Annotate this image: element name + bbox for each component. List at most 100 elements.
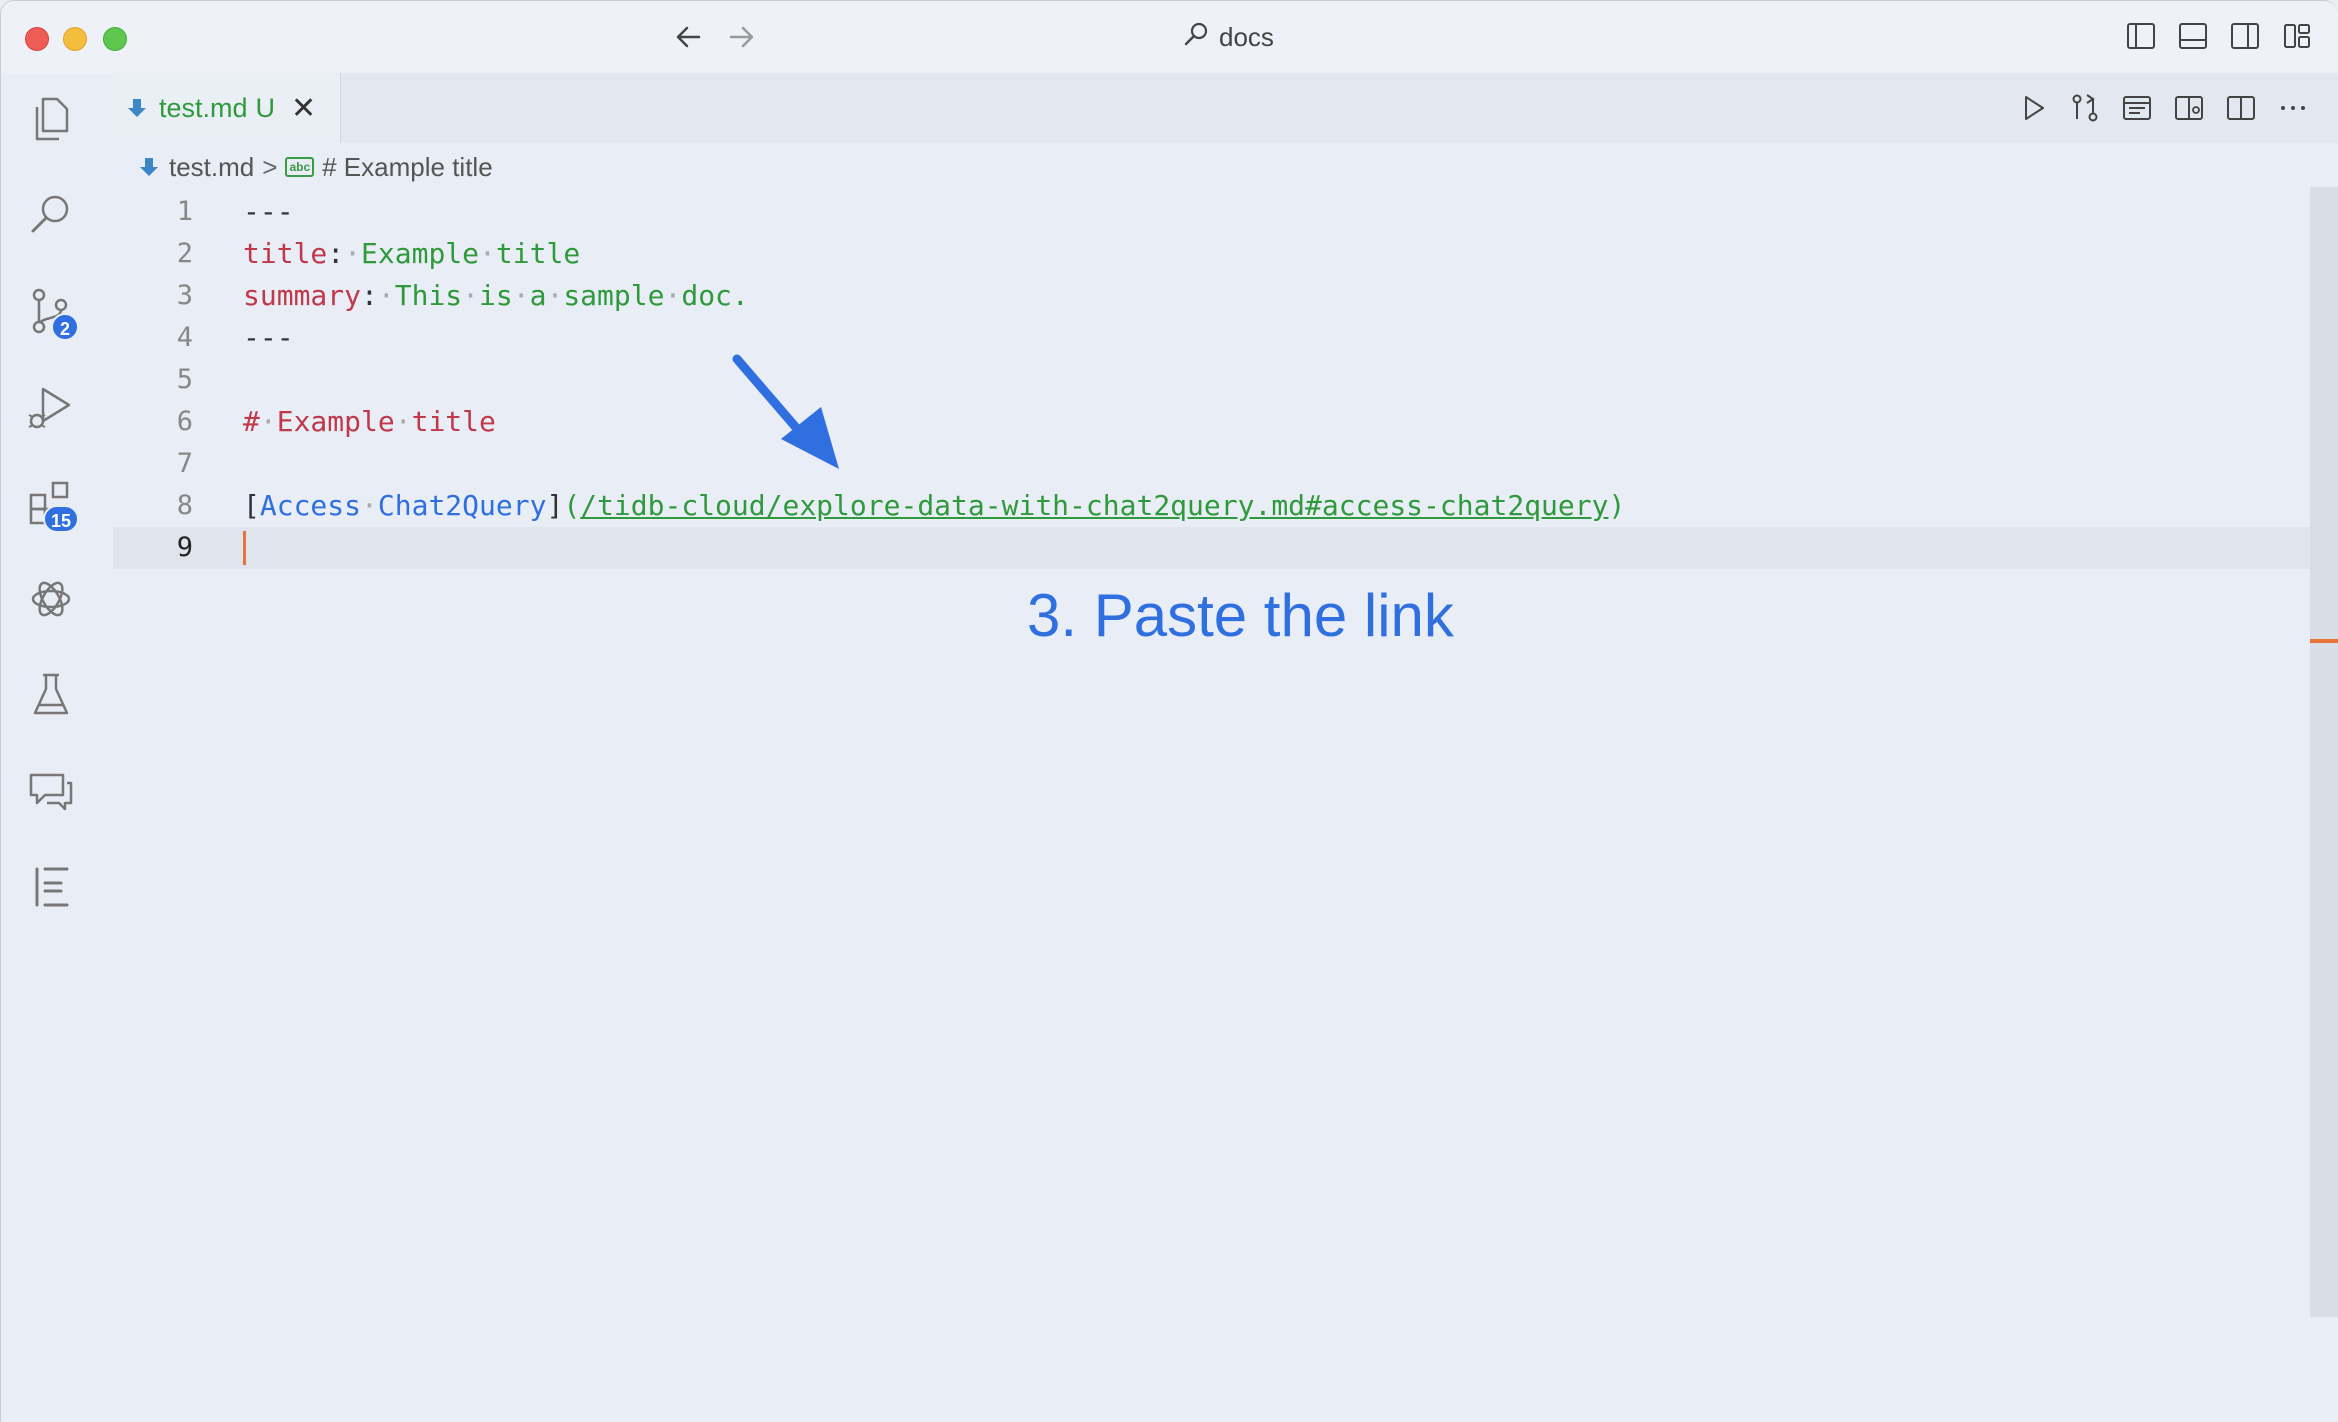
editor-line: 5 [113,359,2311,401]
comments-icon [23,773,79,823]
editor-line: 7 [113,443,2311,485]
code-editor[interactable]: 1 --- 2 title:·Example·title 3 summary:·… [113,191,2338,1422]
vertical-scrollbar[interactable] [2310,187,2338,1317]
toggle-secondary-sidebar-icon[interactable] [2228,19,2262,53]
yaml-key: title [243,237,328,270]
line-content: summary:·This·is·a·sample·doc. [243,279,749,312]
openai-icon [23,581,79,631]
tab-test-md[interactable]: test.md U ✕ [113,73,341,143]
editor-line: 2 title:·Example·title [113,233,2311,275]
line-number: 7 [176,448,193,479]
minimize-window-button[interactable] [63,27,87,51]
breadcrumb-file[interactable]: test.md [169,152,254,183]
source-control-badge: 2 [51,313,79,341]
extensions-badge: 15 [43,505,80,533]
markdown-file-icon [125,96,149,120]
run-debug-button[interactable] [23,379,79,435]
chevron-right-icon: > [262,151,278,182]
yaml-value: This [394,279,463,312]
line-content: title:·Example·title [243,237,581,270]
comments-button[interactable] [23,763,79,819]
back-arrow-icon[interactable] [671,19,707,55]
outline-button[interactable] [23,859,79,915]
link-url[interactable]: /tidb-cloud/explore-data-with-chat2query… [580,489,1608,522]
yaml-value: Example [361,237,480,270]
editor-line: 8 [Access·Chat2Query](/tidb-cloud/explor… [113,485,2311,527]
search-icon [1181,19,1211,56]
line-number: 6 [176,406,193,437]
search-icon [23,195,79,247]
link-text: Access [259,489,362,522]
search-button[interactable] [23,187,79,243]
editor-line: 4 --- [113,317,2311,359]
string-symbol-icon: abc [285,157,315,177]
breadcrumb-symbol[interactable]: # Example title [322,152,493,183]
link-text: Chat2Query [377,489,547,522]
link-bracket: ] [546,489,564,522]
forward-arrow-icon[interactable] [723,19,759,55]
line-content: --- [243,317,294,359]
run-debug-icon [23,387,79,439]
heading-marker: # [243,405,260,438]
editor-line: 1 --- [113,191,2311,233]
editor-line: 3 summary:·This·is·a·sample·doc. [113,275,2311,317]
close-window-button[interactable] [25,27,49,51]
more-actions-icon[interactable] [2276,91,2310,125]
toggle-primary-sidebar-icon[interactable] [2124,19,2158,53]
frontmatter-delimiter: --- [243,321,294,354]
activity-bar: 2 15 [1,73,101,1422]
tab-label: test.md [159,92,248,123]
tab-bar: test.md U ✕ [113,73,2338,143]
line-number: 8 [176,490,193,521]
toggle-panel-icon[interactable] [2176,19,2210,53]
yaml-colon: : [327,237,345,270]
annotation-arrow-icon [732,354,839,469]
annotation-label: 3. Paste the link [1027,582,1454,649]
editor-line: 6 #·Example·title [113,401,2311,443]
untracked-status: U [255,92,276,123]
extensions-button[interactable]: 15 [23,475,80,533]
yaml-value: is [479,279,513,312]
source-control-button[interactable]: 2 [23,283,79,341]
yaml-value: doc. [681,279,749,312]
line-number: 5 [176,364,193,395]
heading-text: Example [276,405,395,438]
editor-line-current: 9 [113,527,2311,569]
yaml-value: sample [563,279,665,312]
line-content: #·Example·title [243,405,496,438]
line-number: 9 [176,532,193,563]
yaml-key: summary [243,279,362,312]
open-preview-icon[interactable] [2120,91,2154,125]
run-icon[interactable] [2016,91,2050,125]
chatgpt-button[interactable] [23,571,79,627]
preview-side-icon[interactable] [2172,91,2206,125]
cursor-position-marker [2310,639,2338,643]
yaml-value: a [529,279,547,312]
maximize-window-button[interactable] [103,27,127,51]
flask-icon [23,673,79,727]
testing-button[interactable] [23,667,79,723]
line-number: 2 [176,238,193,269]
line-content: --- [243,191,294,233]
markdown-file-icon [137,155,161,179]
outline-icon [23,867,79,919]
link-bracket: [ [243,489,260,522]
split-editor-icon[interactable] [2224,91,2258,125]
line-number: 1 [176,196,193,227]
explorer-button[interactable] [23,91,79,147]
search-text: docs [1219,21,1274,52]
line-content: [Access·Chat2Query](/tidb-cloud/explore-… [243,489,1626,522]
close-tab-icon[interactable]: ✕ [291,91,316,126]
title-bar: docs [1,1,2338,73]
heading-text: title [411,405,496,438]
line-number: 4 [176,322,193,353]
yaml-colon: : [361,279,378,312]
breadcrumb: test.md > abc # Example title [137,147,493,187]
link-paren: ) [1608,489,1626,522]
vscode-window: docs 2 15 test.md U ✕ test.md > abc # Ex… [0,0,2338,1422]
command-center-search[interactable]: docs [1181,19,1274,55]
files-icon [23,97,79,151]
compare-changes-icon[interactable] [2068,91,2102,125]
customize-layout-icon[interactable] [2280,19,2314,53]
frontmatter-delimiter: --- [243,195,294,228]
